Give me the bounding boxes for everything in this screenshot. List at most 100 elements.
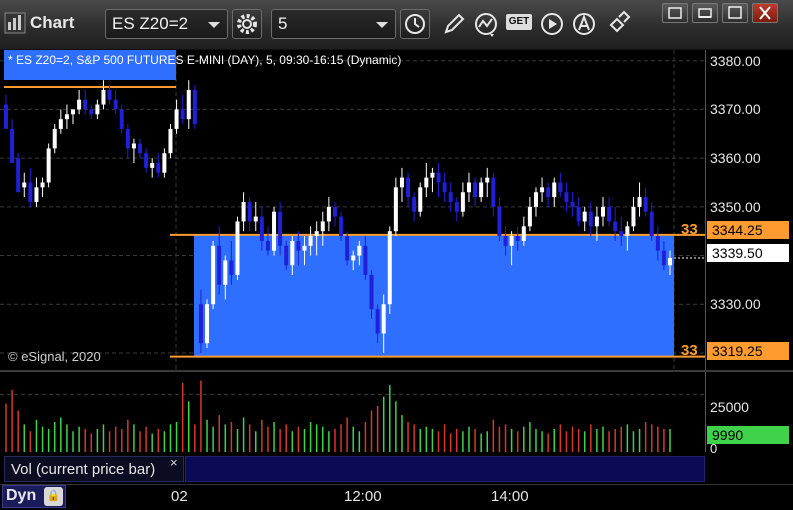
candle (205, 304, 210, 344)
candle (131, 143, 136, 149)
copyright-text: © eSignal, 2020 (8, 349, 101, 364)
candle (661, 250, 666, 266)
candle (16, 158, 21, 193)
candle (119, 109, 124, 129)
candle (613, 221, 618, 232)
candle (436, 172, 441, 183)
volume-pane[interactable] (0, 372, 705, 452)
candle (162, 153, 167, 173)
candle (138, 143, 143, 154)
close-icon (759, 6, 771, 20)
candle (570, 201, 575, 207)
candle (241, 201, 246, 222)
candle (619, 231, 624, 237)
candle (265, 240, 270, 251)
candle (479, 182, 484, 198)
time-axis-tick: 14:00 (491, 488, 529, 505)
candle (339, 216, 344, 237)
candle (180, 109, 185, 120)
candle (497, 206, 502, 237)
candle (418, 187, 423, 212)
candle (600, 206, 605, 217)
candle (582, 211, 587, 222)
candle (594, 216, 599, 227)
upper-line-price-tag: 3344.25 (707, 221, 789, 239)
candle (83, 99, 88, 110)
range-box (194, 234, 674, 357)
candle (363, 245, 368, 276)
candle (625, 226, 630, 237)
candle (381, 304, 386, 334)
candle (607, 206, 612, 222)
candle (290, 240, 295, 266)
candle (278, 211, 283, 246)
pencil-icon[interactable] (440, 10, 468, 38)
price-pane[interactable] (0, 50, 705, 370)
candle (399, 177, 404, 188)
candle (637, 197, 642, 207)
interval-select[interactable]: 5 (271, 9, 396, 39)
candle (247, 201, 252, 222)
candle (217, 245, 222, 285)
candle (503, 236, 508, 246)
candle (527, 206, 532, 227)
candle (491, 177, 496, 207)
candle (546, 187, 551, 198)
lock-icon[interactable]: 🔒 (44, 487, 63, 506)
close-button[interactable] (752, 3, 778, 23)
candle (168, 128, 173, 154)
chevron-down-icon (208, 22, 220, 28)
close-study-icon[interactable]: × (170, 455, 178, 470)
candle (144, 153, 149, 168)
window-title: Chart (30, 13, 75, 32)
candle (125, 128, 130, 149)
candle (442, 182, 447, 193)
candle (631, 206, 636, 227)
candle (576, 206, 581, 222)
link-window-icon (668, 7, 682, 19)
candle (406, 177, 411, 198)
get-button[interactable]: GET (506, 14, 532, 30)
candle (64, 114, 69, 120)
study-icon[interactable] (472, 10, 500, 38)
price-axis-tick: 3370.00 (710, 101, 761, 118)
candle (485, 177, 490, 183)
maximize-button[interactable] (722, 3, 748, 23)
time-button[interactable] (400, 9, 430, 39)
settings-button[interactable] (232, 9, 262, 39)
upper-line-side-tag: 33 (681, 221, 698, 238)
link-icon[interactable] (604, 10, 632, 38)
minimize-button[interactable] (692, 3, 718, 23)
candle (473, 182, 478, 198)
candle (89, 109, 94, 115)
candle (101, 89, 106, 105)
candle (326, 206, 331, 222)
candle (649, 211, 654, 237)
candle (424, 177, 429, 188)
interval-value: 5 (278, 14, 288, 33)
candle (46, 148, 51, 183)
volume-axis-tick: 25000 (710, 399, 749, 415)
lower-line-side-tag: 33 (681, 342, 698, 359)
candle (229, 260, 234, 276)
price-axis[interactable]: 3380.003370.003360.003350.003340.003330.… (705, 50, 793, 370)
play-icon[interactable] (538, 10, 566, 38)
candle (198, 304, 203, 344)
link-window-button[interactable] (662, 3, 688, 23)
candle (192, 89, 197, 125)
symbol-select[interactable]: ES Z20=2 (105, 9, 228, 39)
time-axis[interactable] (0, 484, 793, 510)
candle (466, 182, 471, 193)
alert-icon[interactable] (570, 10, 598, 38)
volume-chart (0, 380, 705, 452)
time-axis-tick: 02 (171, 488, 188, 505)
candle (259, 216, 264, 241)
candle (460, 192, 465, 212)
candle (533, 192, 538, 207)
candle (22, 182, 27, 188)
candle (655, 236, 660, 251)
maximize-icon (728, 6, 742, 19)
volume-study-label[interactable]: Vol (current price bar) (4, 456, 184, 482)
candle (332, 206, 337, 217)
candle (448, 192, 453, 202)
